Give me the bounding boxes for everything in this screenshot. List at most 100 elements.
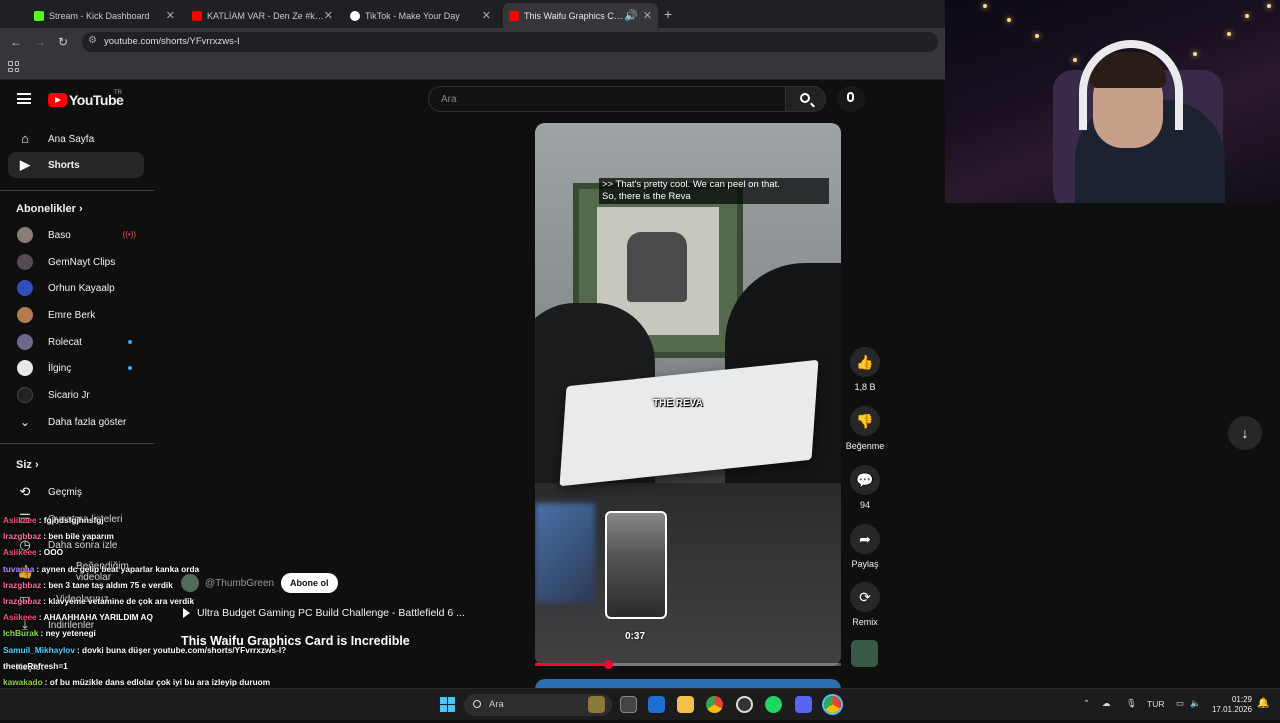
sidebar-item-history[interactable]: ⟲ Geçmiş: [8, 479, 144, 505]
avatar: [17, 254, 33, 270]
close-tab-icon[interactable]: ✕: [324, 9, 333, 22]
file-explorer-icon[interactable]: [677, 696, 694, 713]
closed-captions: >> That's pretty cool. We can peel on th…: [599, 178, 829, 204]
close-tab-icon[interactable]: ✕: [643, 9, 652, 22]
headphones: [1079, 40, 1183, 130]
shorts-video-player[interactable]: THE REVA >> That's pretty cool. We can p…: [535, 123, 841, 666]
sidebar-item-home[interactable]: ⌂ Ana Sayfa: [8, 126, 144, 152]
chat-message: IchBurak: ney yetenegi: [3, 628, 96, 639]
network-icon[interactable]: ☁: [1102, 698, 1111, 709]
back-icon[interactable]: ←: [10, 35, 22, 49]
channel-gemnayt-clips[interactable]: GemNayt Clips: [8, 249, 144, 275]
spotify-icon[interactable]: [765, 696, 782, 713]
tab-title: This Waifu Graphics Card is: [524, 10, 624, 21]
chat-username: IchBurak: [3, 628, 39, 639]
chat-username: lrazgbbaz: [3, 579, 42, 590]
share-button[interactable]: ➦ Paylaş: [849, 524, 881, 569]
sidebar-item-label: Geçmiş: [48, 486, 82, 498]
progress-scrubber[interactable]: [604, 660, 614, 669]
notification-bell-icon[interactable]: 🔔: [1257, 698, 1269, 709]
chat-username: lrazgbbaz: [3, 596, 42, 607]
chat-message: lrazgbbaz: ben bile yaparım: [3, 531, 114, 542]
taskbar-clock[interactable]: 01:29 17.01.2026: [1206, 695, 1252, 715]
show-more-button[interactable]: ⌄ Daha fazla göster: [8, 409, 144, 435]
tab-katliam[interactable]: KATLİAM VAR - Den Ze #katliam ✕: [186, 3, 339, 28]
volume-icon[interactable]: 🔈: [1190, 698, 1201, 709]
close-tab-icon[interactable]: ✕: [482, 9, 491, 22]
next-short-arrow-icon[interactable]: ↓: [1228, 416, 1262, 450]
widget-icon[interactable]: [588, 696, 605, 713]
avatar: [17, 280, 33, 296]
channel-ilginc[interactable]: İlginç: [8, 355, 144, 381]
hamburger-menu-icon[interactable]: [17, 93, 31, 104]
site-info-icon[interactable]: ⚙: [88, 35, 97, 46]
chat-text: AHAAHHAHA YARILDIM AQ: [43, 612, 154, 623]
new-content-dot: [128, 366, 132, 370]
task-view-icon[interactable]: [620, 696, 637, 713]
chat-username: Asiikeee: [3, 515, 37, 525]
tray-chevron-icon[interactable]: ⌃: [1083, 698, 1090, 709]
search-button[interactable]: [786, 86, 826, 112]
youtube-logo[interactable]: YouTube TR: [48, 90, 124, 108]
obs-icon[interactable]: [736, 696, 753, 713]
reload-icon[interactable]: ↻: [58, 35, 68, 49]
chrome-active-icon[interactable]: [824, 696, 841, 713]
chat-text: klavyeme vetamine de çok ara verdik: [48, 596, 195, 607]
video-progress-bar[interactable]: [535, 660, 841, 669]
thumbs-down-icon: 👎: [850, 406, 880, 436]
sound-thumbnail[interactable]: [851, 640, 878, 667]
tab-waifu-graphics-card[interactable]: This Waifu Graphics Card is 🔊 ✕: [503, 3, 658, 28]
divider: [0, 190, 154, 191]
store-icon[interactable]: [648, 696, 665, 713]
microphone-icon[interactable]: 🎙: [1126, 698, 1137, 709]
seek-preview-time: 0:37: [625, 631, 646, 642]
youtube-favicon-icon: [192, 10, 202, 21]
search-icon: [800, 93, 810, 103]
clock-time: 01:29: [1231, 695, 1252, 704]
address-bar-row: ← → ↻ ⚙ youtube.com/shorts/YFvrrxzws-I: [0, 28, 945, 56]
subscriptions-heading[interactable]: Abonelikler ›: [16, 203, 83, 215]
url-text: youtube.com/shorts/YFvrrxzws-I: [104, 36, 240, 47]
windows-start-icon[interactable]: [440, 697, 455, 712]
apps-grid-icon[interactable]: [8, 61, 19, 72]
display-icon[interactable]: ▭: [1176, 698, 1184, 709]
speaker-icon[interactable]: 🔊: [624, 9, 638, 22]
chat-text: ney yetenegi: [45, 628, 96, 639]
you-heading[interactable]: Siz ›: [16, 459, 39, 471]
chat-username: tuvanaa: [3, 563, 35, 574]
voice-search-button[interactable]: [837, 86, 865, 112]
chat-message: Asiikeee: OOO: [3, 547, 64, 558]
discord-icon[interactable]: [795, 696, 812, 713]
chat-text: OOO: [43, 547, 64, 558]
channel-orhun-kayaalp[interactable]: Orhun Kayaalp: [8, 275, 144, 301]
search-icon: [473, 700, 481, 708]
avatar: [17, 360, 33, 376]
caption-line: >> That's pretty cool. We can peel on th…: [602, 179, 780, 190]
channel-sicario-jr[interactable]: Sicario Jr: [8, 382, 144, 408]
search-input[interactable]: Ara: [428, 86, 786, 112]
tab-kick-dashboard[interactable]: Stream - Kick Dashboard ✕: [28, 3, 181, 28]
url-field[interactable]: ⚙ youtube.com/shorts/YFvrrxzws-I: [82, 32, 938, 52]
avatar: [17, 387, 33, 403]
channel-emre-berk[interactable]: Emre Berk: [8, 302, 144, 328]
chat-text: dovki buna düşer youtube.com/shorts/YFvr…: [82, 644, 287, 655]
language-indicator[interactable]: TUR: [1147, 699, 1164, 709]
channel-rolecat[interactable]: Rolecat: [8, 329, 144, 355]
new-tab-button[interactable]: +: [664, 6, 672, 22]
channel-baso[interactable]: Baso ((•)): [8, 222, 144, 248]
like-button[interactable]: 👍 1,8 B: [849, 347, 881, 392]
close-tab-icon[interactable]: ✕: [166, 9, 175, 22]
chat-message: Samuil_Mikhaylov: dovki buna düşer youtu…: [3, 644, 287, 655]
comments-button[interactable]: 💬 94: [849, 465, 881, 510]
seek-preview-thumbnail: [605, 511, 667, 619]
forward-icon[interactable]: →: [34, 35, 46, 49]
dislike-button[interactable]: 👎 Beğenme: [846, 406, 884, 451]
chat-text: of bu müzikle dans edlolar çok iyi bu ar…: [49, 677, 271, 688]
remix-button[interactable]: ⟳ Remix: [849, 582, 881, 627]
sidebar-item-shorts[interactable]: ▶ Shorts: [8, 152, 144, 178]
windows-taskbar: Ara ⌃ ☁ 🎙 TUR ▭ 🔈 01:29 17.01.2026 🔔: [0, 688, 1280, 720]
tab-tiktok[interactable]: TikTok - Make Your Day ✕: [344, 3, 497, 28]
divider: [0, 443, 154, 444]
chrome-icon[interactable]: [706, 696, 723, 713]
tab-title: Stream - Kick Dashboard: [49, 10, 150, 21]
